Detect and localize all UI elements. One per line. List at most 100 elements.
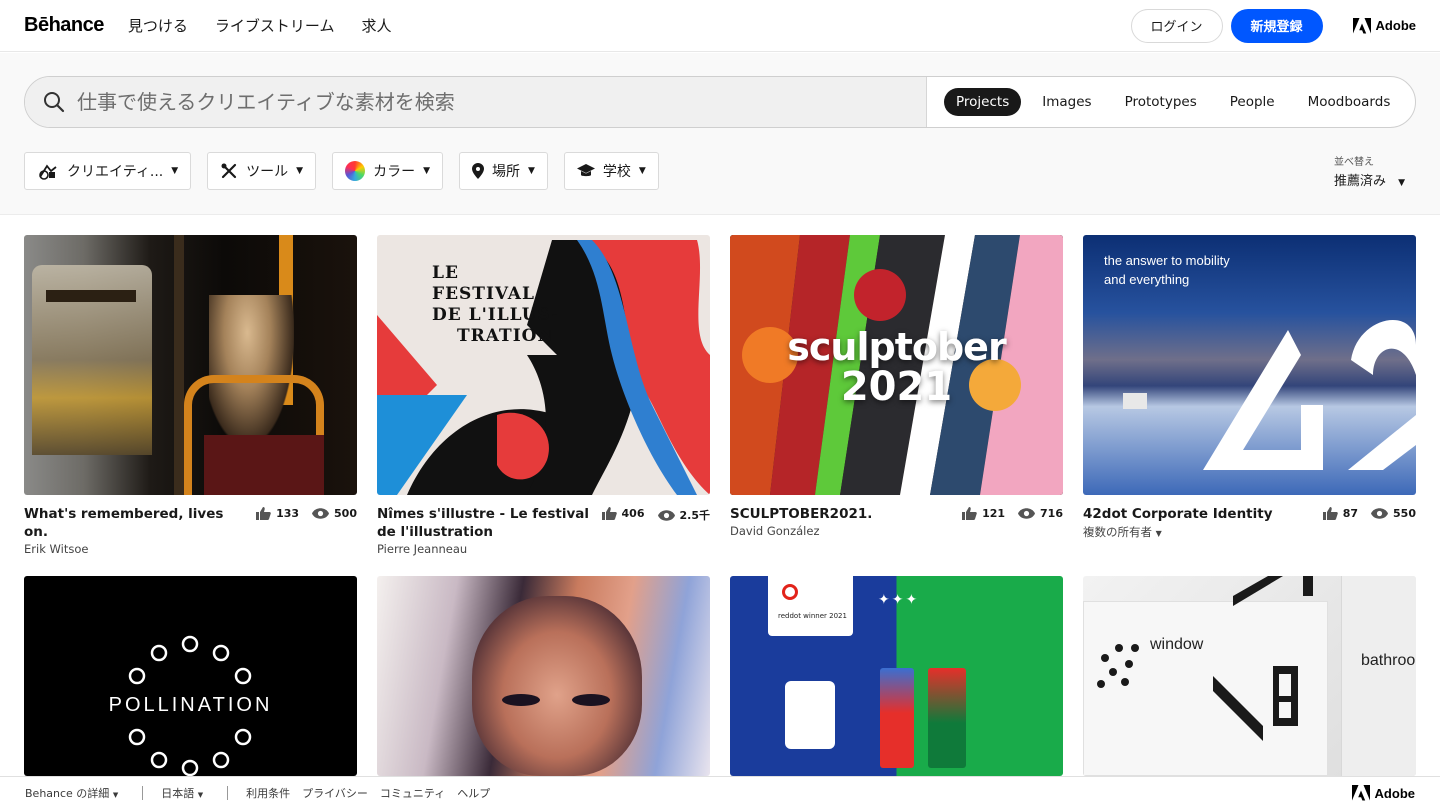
project-info: What's remembered, lives on. Erik Witsoe [24,505,239,556]
views: 500 [312,507,357,520]
footer-more-label: Behance の詳細 [25,787,110,800]
project-card: the answer to mobility and everything 42… [1083,235,1416,540]
sort-dropdown[interactable]: 並べ替え 推薦済み ▼ [1334,153,1405,189]
views-count: 2.5千 [679,509,711,522]
project-card: POLLINATION [24,576,357,776]
tab-prototypes[interactable]: Prototypes [1113,88,1209,116]
tab-projects[interactable]: Projects [944,88,1022,116]
thumbs-up-icon [962,507,977,520]
project-owner[interactable]: Pierre Jeanneau [377,542,592,556]
footer-link-help[interactable]: ヘルプ [457,785,490,801]
filter-creative-fields-label: クリエイティ... [67,164,164,180]
project-thumbnail[interactable]: sculptober 2021 [730,235,1063,495]
project-card [377,576,710,776]
eye-icon [1371,508,1389,519]
footer: Behance の詳細 ▼ 日本語 ▼ 利用条件 プライバシー コミュニティ ヘ… [0,776,1440,809]
project-info: Nîmes s'illustre - Le festival de l'illu… [377,505,592,556]
footer-divider [142,786,144,800]
festival-line-1: LE [432,263,459,283]
chevron-down-icon: ▼ [638,166,646,176]
filter-tools[interactable]: ツール ▼ [207,152,317,190]
search-input[interactable] [77,90,897,114]
likes-count: 406 [621,507,645,520]
footer-adobe-label: Adobe [1374,785,1415,801]
views-count: 716 [1040,507,1063,520]
project-stats: 133 500 [256,505,357,556]
color-wheel-icon [345,161,366,181]
filter-bar: クリエイティ... ▼ ツール ▼ カラー ▼ 場所 ▼ 学校 ▼ [24,152,659,190]
project-stats: 87 550 [1322,505,1416,540]
chevron-down-icon: ▼ [1398,178,1406,188]
thumbs-up-icon [1322,507,1338,520]
sort-label: 並べ替え [1334,157,1374,168]
sculptober-word: sculptober [787,325,1006,369]
project-thumbnail[interactable]: window bathroo [1083,576,1416,776]
stars-decoration: ✦✦✦ [878,592,920,608]
login-button[interactable]: ログイン [1130,8,1223,43]
filter-color[interactable]: カラー ▼ [332,152,443,190]
filter-creative-fields[interactable]: クリエイティ... ▼ [24,152,192,190]
tab-images[interactable]: Images [1030,88,1103,116]
adobe-label: Adobe [1375,18,1416,33]
search-field[interactable] [25,77,927,127]
search-bar: Projects Images Prototypes People Moodbo… [24,76,1416,128]
reddot-badge-text: reddot winner 2021 [778,612,847,620]
tab-people[interactable]: People [1218,88,1287,116]
chevron-down-icon: ▼ [1155,529,1162,538]
festival-text: LE FESTIVAL DE L'ILLUS- TRATION [432,263,560,347]
sort-value: 推薦済み ▼ [1334,170,1405,189]
chevron-down-icon: ▼ [423,166,430,176]
filter-location[interactable]: 場所 ▼ [459,152,548,190]
filter-color-label: カラー [373,164,416,180]
language-dropdown[interactable]: 日本語 ▼ [161,785,203,801]
tools-icon [220,162,238,180]
thumbs-up-icon [601,507,617,520]
project-card: LE FESTIVAL DE L'ILLUS- TRATION Nîmes s'… [377,235,710,556]
adobe-logo-icon [1351,785,1370,801]
nav-livestream[interactable]: ライブストリーム [215,15,335,36]
chevron-down-icon: ▼ [197,791,204,799]
project-title[interactable]: 42dot Corporate Identity [1083,505,1273,523]
project-owner: 複数の所有者 [1083,525,1152,539]
project-thumbnail[interactable]: reddot winner 2021 ✦✦✦ [730,576,1063,776]
footer-link-community[interactable]: コミュニティ [380,785,445,801]
pollination-text: POLLINATION [108,694,273,716]
project-thumbnail[interactable] [377,576,710,776]
signup-button[interactable]: 新規登録 [1230,8,1323,43]
project-thumbnail[interactable]: LE FESTIVAL DE L'ILLUS- TRATION [377,235,710,495]
appreciations: 133 [256,507,299,520]
project-thumbnail[interactable]: the answer to mobility and everything [1083,235,1416,495]
tab-moodboards[interactable]: Moodboards [1296,88,1403,116]
adobe-link[interactable]: Adobe [1352,17,1416,34]
multiple-owners-dropdown[interactable]: 複数の所有者 ▼ [1083,524,1273,540]
filter-school[interactable]: 学校 ▼ [563,152,659,190]
eye-icon [1018,508,1036,519]
footer-link-privacy[interactable]: プライバシー [302,785,368,801]
chevron-down-icon: ▼ [528,166,535,176]
views-count: 500 [334,507,357,520]
project-owner[interactable]: Erik Witsoe [24,542,239,556]
nav-jobs[interactable]: 求人 [361,15,391,36]
project-owner[interactable]: David González [730,524,872,538]
project-thumbnail[interactable] [24,235,357,495]
project-meta: 42dot Corporate Identity 複数の所有者 ▼ 87 550 [1083,505,1416,540]
behance-logo[interactable]: Bēhance [24,14,104,37]
filter-tools-label: ツール [246,164,289,180]
footer-link-terms[interactable]: 利用条件 [246,785,290,801]
filter-location-label: 場所 [492,164,520,180]
project-card: What's remembered, lives on. Erik Witsoe… [24,235,357,556]
pollination-rings [128,635,252,776]
nav-discover[interactable]: 見つける [128,15,188,36]
adobe-logo-icon [1352,17,1371,33]
project-title[interactable]: SCULPTOBER2021. [730,505,872,523]
filter-school-label: 学校 [602,164,631,180]
likes-count: 133 [276,507,300,520]
project-title[interactable]: What's remembered, lives on. [24,505,239,541]
project-title[interactable]: Nîmes s'illustre - Le festival de l'illu… [377,505,592,541]
footer-adobe-link[interactable]: Adobe [1351,785,1415,801]
search-section: Projects Images Prototypes People Moodbo… [0,53,1440,215]
project-meta: Nîmes s'illustre - Le festival de l'illu… [377,505,710,556]
project-thumbnail[interactable]: POLLINATION [24,576,357,776]
project-stats: 406 2.5千 [601,505,711,556]
footer-more-dropdown[interactable]: Behance の詳細 ▼ [25,785,118,801]
